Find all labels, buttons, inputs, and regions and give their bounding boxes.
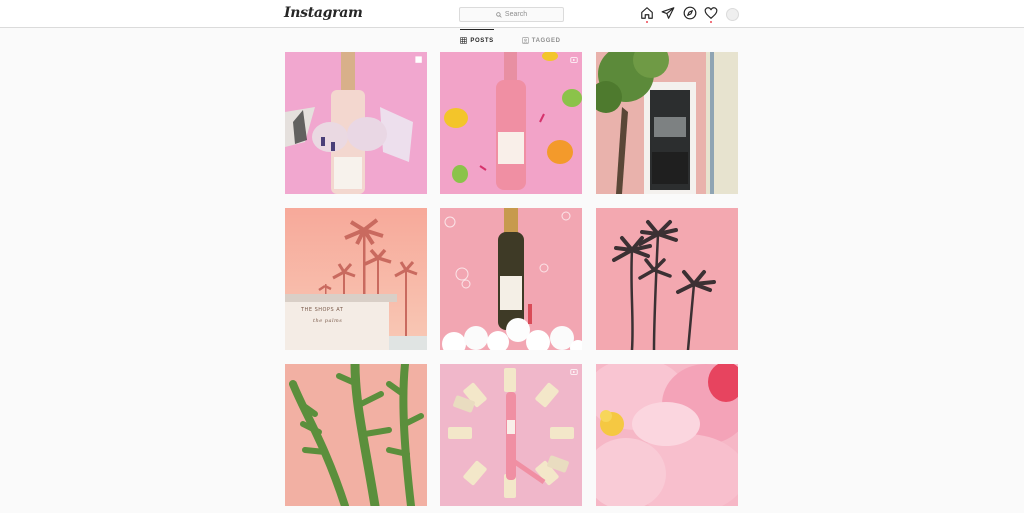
tab-tagged-label: TAGGED: [531, 37, 561, 44]
video-icon: [570, 369, 578, 375]
tab-tagged[interactable]: TAGGED: [522, 30, 561, 50]
post-tile-6[interactable]: [596, 208, 738, 350]
top-navigation-bar: Instagram Search: [0, 0, 1024, 28]
activity-notification-dot: [710, 21, 712, 23]
tab-posts-label: POSTS: [470, 37, 494, 44]
post-tile-3[interactable]: [596, 52, 738, 194]
post-image: [596, 208, 738, 350]
search-icon: [496, 11, 502, 18]
post-tile-5[interactable]: [440, 208, 582, 350]
post-tile-4[interactable]: THE SHOPS AT the palms: [285, 208, 427, 350]
post-image: [285, 364, 427, 506]
home-icon[interactable]: [640, 6, 654, 20]
profile-avatar[interactable]: [726, 8, 739, 21]
multiple-posts-icon: [415, 56, 422, 63]
post-image: [596, 364, 738, 506]
search-placeholder: Search: [504, 11, 528, 18]
grid-icon: [460, 37, 468, 44]
sign-text-line-1: THE SHOPS AT: [301, 307, 344, 313]
post-tile-7[interactable]: [285, 364, 427, 506]
post-image: [440, 208, 582, 350]
post-image: [285, 208, 427, 350]
tab-posts[interactable]: POSTS: [460, 29, 494, 50]
tag-icon: [522, 37, 529, 44]
post-image: [440, 364, 582, 506]
sign-text-line-2: the palms: [313, 318, 343, 324]
activity-icon[interactable]: [704, 6, 718, 20]
video-icon: [570, 57, 578, 63]
post-image: [440, 52, 582, 194]
search-input[interactable]: Search: [459, 7, 564, 22]
post-tile-1[interactable]: [285, 52, 427, 194]
post-tile-9[interactable]: [596, 364, 738, 506]
explore-icon[interactable]: [683, 6, 697, 20]
direct-icon[interactable]: [661, 6, 675, 20]
post-image: [596, 52, 738, 194]
post-tile-8[interactable]: [440, 364, 582, 506]
instagram-logo[interactable]: Instagram: [284, 5, 363, 21]
home-notification-dot: [646, 21, 648, 23]
post-image: [285, 52, 427, 194]
profile-tabs: POSTS TAGGED: [284, 29, 737, 50]
post-tile-2[interactable]: [440, 52, 582, 194]
